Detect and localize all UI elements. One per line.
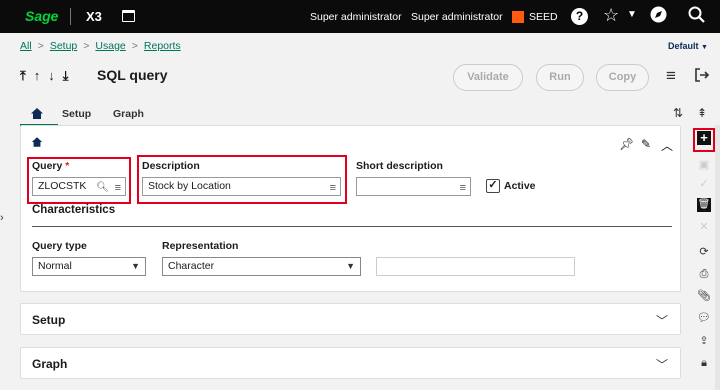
- scrollbar[interactable]: [715, 125, 720, 390]
- record-navigation: ⤒↑↓⤓: [20, 68, 77, 84]
- breadcrumb-setup[interactable]: Setup: [50, 40, 77, 52]
- active-label: Active: [504, 180, 536, 192]
- pin-icon[interactable]: 📌︎: [619, 137, 634, 151]
- graph-section[interactable]: Graph ﹀: [20, 347, 681, 379]
- home-icon: [31, 136, 43, 151]
- print-icon[interactable]: ⎙: [693, 265, 715, 283]
- previous-record-icon[interactable]: ↑: [34, 68, 49, 83]
- representation-select[interactable]: Character ▼: [162, 257, 361, 276]
- product-name[interactable]: X3: [86, 9, 102, 24]
- chevron-down-icon: ▼: [346, 261, 355, 271]
- last-record-icon[interactable]: ⤓: [63, 68, 77, 83]
- extra-field[interactable]: [376, 257, 575, 276]
- divider: [70, 8, 71, 25]
- search-icon[interactable]: [688, 6, 705, 28]
- user-name[interactable]: Super administrator: [310, 11, 402, 23]
- short-description-label: Short description: [356, 160, 443, 172]
- chevron-down-icon: ▼: [131, 261, 140, 271]
- tab-graph[interactable]: Graph: [113, 108, 144, 120]
- folder-name[interactable]: SEED: [529, 11, 558, 23]
- breadcrumb-reports[interactable]: Reports: [144, 40, 181, 52]
- tab-home[interactable]: [30, 107, 44, 121]
- breadcrumb-all[interactable]: All: [20, 40, 32, 52]
- expand-left-panel-icon[interactable]: ›: [0, 212, 4, 224]
- breadcrumb-usage[interactable]: Usage: [95, 40, 125, 52]
- comment-icon[interactable]: 💬︎: [693, 309, 715, 327]
- highlight-box: [27, 157, 131, 204]
- run-button[interactable]: Run: [536, 64, 584, 91]
- divider: [32, 226, 672, 227]
- sage-logo[interactable]: Sage: [25, 8, 58, 24]
- sort-icon[interactable]: ⇅: [673, 106, 683, 120]
- exit-icon[interactable]: [694, 67, 710, 88]
- section-title: Graph: [32, 357, 68, 371]
- collapse-all-icon[interactable]: ⇞: [697, 106, 707, 120]
- menu-icon[interactable]: ≡: [666, 66, 676, 86]
- top-bar: Sage X3 Super administrator Super admini…: [0, 0, 720, 33]
- chevron-down-icon: ▼: [701, 44, 708, 51]
- home-icon: [31, 108, 43, 119]
- lock-icon[interactable]: 🔒︎: [693, 354, 715, 372]
- chevron-up-icon[interactable]: ︿: [661, 137, 673, 154]
- check-icon[interactable]: ✓: [693, 175, 715, 193]
- refresh-icon[interactable]: ⟳: [693, 243, 715, 261]
- characteristics-title: Characteristics: [32, 204, 116, 216]
- share-icon[interactable]: ⇪: [693, 332, 715, 350]
- next-record-icon[interactable]: ↓: [48, 68, 63, 83]
- help-icon[interactable]: ?: [571, 8, 588, 25]
- highlight-box: [137, 155, 347, 204]
- first-record-icon[interactable]: ⤒: [20, 68, 34, 83]
- add-button[interactable]: +: [693, 128, 715, 152]
- menu-icon[interactable]: ≡: [460, 180, 466, 197]
- chevron-down-icon[interactable]: ▼: [627, 9, 637, 20]
- chevron-down-icon[interactable]: ﹀: [656, 312, 668, 329]
- tab-setup[interactable]: Setup: [62, 108, 91, 120]
- save-icon[interactable]: ▣: [693, 156, 715, 174]
- trash-icon: 🗑︎: [697, 198, 711, 212]
- setup-section[interactable]: Setup ﹀: [20, 303, 681, 335]
- plus-icon: +: [697, 131, 711, 145]
- chevron-down-icon[interactable]: ﹀: [656, 356, 668, 373]
- breadcrumb: All > Setup > Usage > Reports: [20, 40, 181, 52]
- star-icon[interactable]: ☆: [603, 5, 619, 26]
- edit-icon[interactable]: ✎: [641, 137, 651, 151]
- calendar-icon[interactable]: [122, 10, 135, 22]
- role-name[interactable]: Super administrator: [411, 11, 503, 23]
- delete-button[interactable]: 🗑︎: [693, 195, 715, 213]
- view-selector[interactable]: Default ▼: [668, 41, 708, 51]
- section-title: Setup: [32, 313, 66, 327]
- main-section-card: 📌︎ ✎ ︿ Query * ZLOCSTK 🔍︎ ≡ Description …: [20, 125, 681, 292]
- copy-button[interactable]: Copy: [596, 64, 649, 91]
- page-title: SQL query: [97, 67, 168, 83]
- query-type-label: Query type: [32, 240, 87, 252]
- representation-label: Representation: [162, 240, 239, 252]
- validate-button[interactable]: Validate: [453, 64, 523, 91]
- attachment-icon[interactable]: 📎︎: [693, 287, 715, 305]
- close-icon[interactable]: ✕: [693, 218, 715, 236]
- active-checkbox[interactable]: ✓: [486, 179, 500, 193]
- compass-icon[interactable]: [650, 6, 667, 28]
- folder-color-swatch: [512, 11, 524, 23]
- query-type-select[interactable]: Normal ▼: [32, 257, 146, 276]
- short-description-field[interactable]: ≡: [356, 177, 471, 196]
